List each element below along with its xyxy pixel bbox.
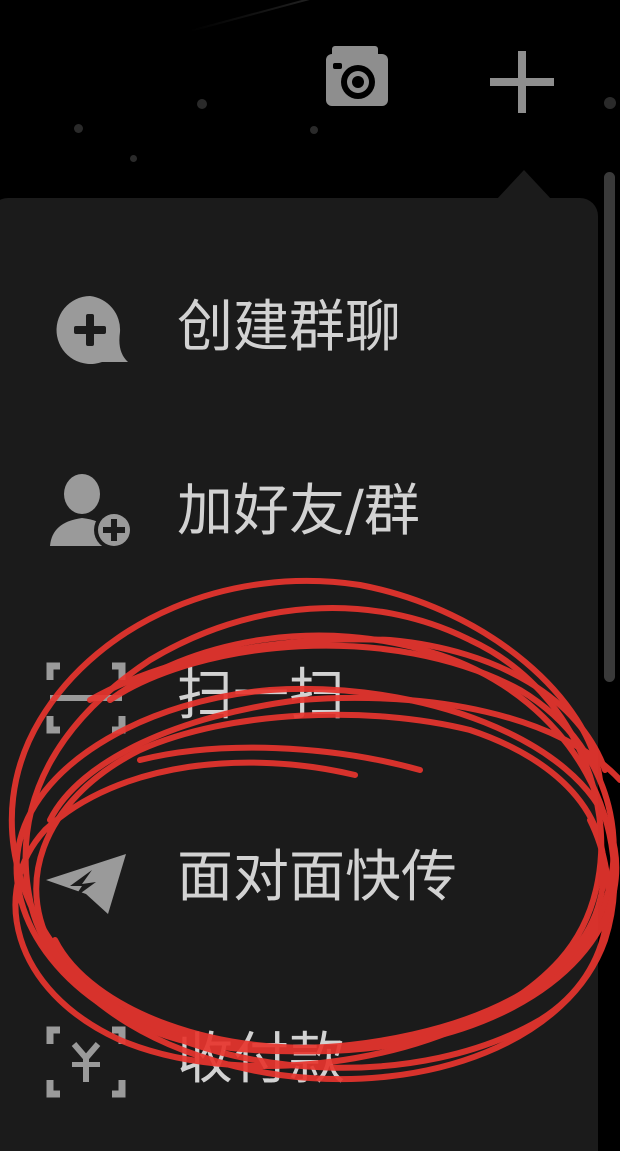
menu-item-face-to-face-transfer[interactable]: 面对面快传	[0, 818, 588, 938]
background-star	[197, 99, 207, 109]
menu-item-add-friend[interactable]: 加好友/群	[0, 452, 588, 572]
menu-caret	[496, 170, 552, 200]
add-friend-icon	[40, 474, 134, 554]
screen: 创建群聊 加好友/群 扫一扫 面对面快传 收付款	[0, 0, 620, 1151]
menu-item-label: 收付款	[177, 1027, 345, 1092]
chat-add-icon	[40, 290, 130, 370]
background-star	[130, 155, 137, 162]
plus-button[interactable]	[485, 45, 560, 120]
plus-dropdown-menu: 创建群聊 加好友/群 扫一扫 面对面快传 收付款	[0, 198, 598, 1151]
top-bar	[0, 0, 620, 175]
scrollbar[interactable]	[604, 172, 615, 682]
paper-plane-icon	[40, 840, 130, 920]
menu-item-label: 加好友/群	[177, 479, 420, 544]
background-star	[604, 97, 616, 109]
background-star	[74, 124, 83, 133]
plus-icon	[490, 51, 554, 113]
menu-item-create-group[interactable]: 创建群聊	[0, 268, 588, 388]
menu-item-label: 创建群聊	[177, 295, 401, 360]
camera-icon	[326, 46, 388, 106]
menu-item-scan[interactable]: 扫一扫	[0, 636, 588, 756]
background-streak	[189, 0, 345, 32]
background-star	[310, 126, 318, 134]
payment-scan-icon	[40, 1022, 130, 1102]
menu-item-payment[interactable]: 收付款	[0, 1000, 588, 1120]
scan-icon	[40, 658, 130, 738]
menu-item-label: 面对面快传	[177, 845, 457, 910]
menu-item-label: 扫一扫	[177, 663, 345, 728]
camera-button[interactable]	[322, 40, 392, 110]
